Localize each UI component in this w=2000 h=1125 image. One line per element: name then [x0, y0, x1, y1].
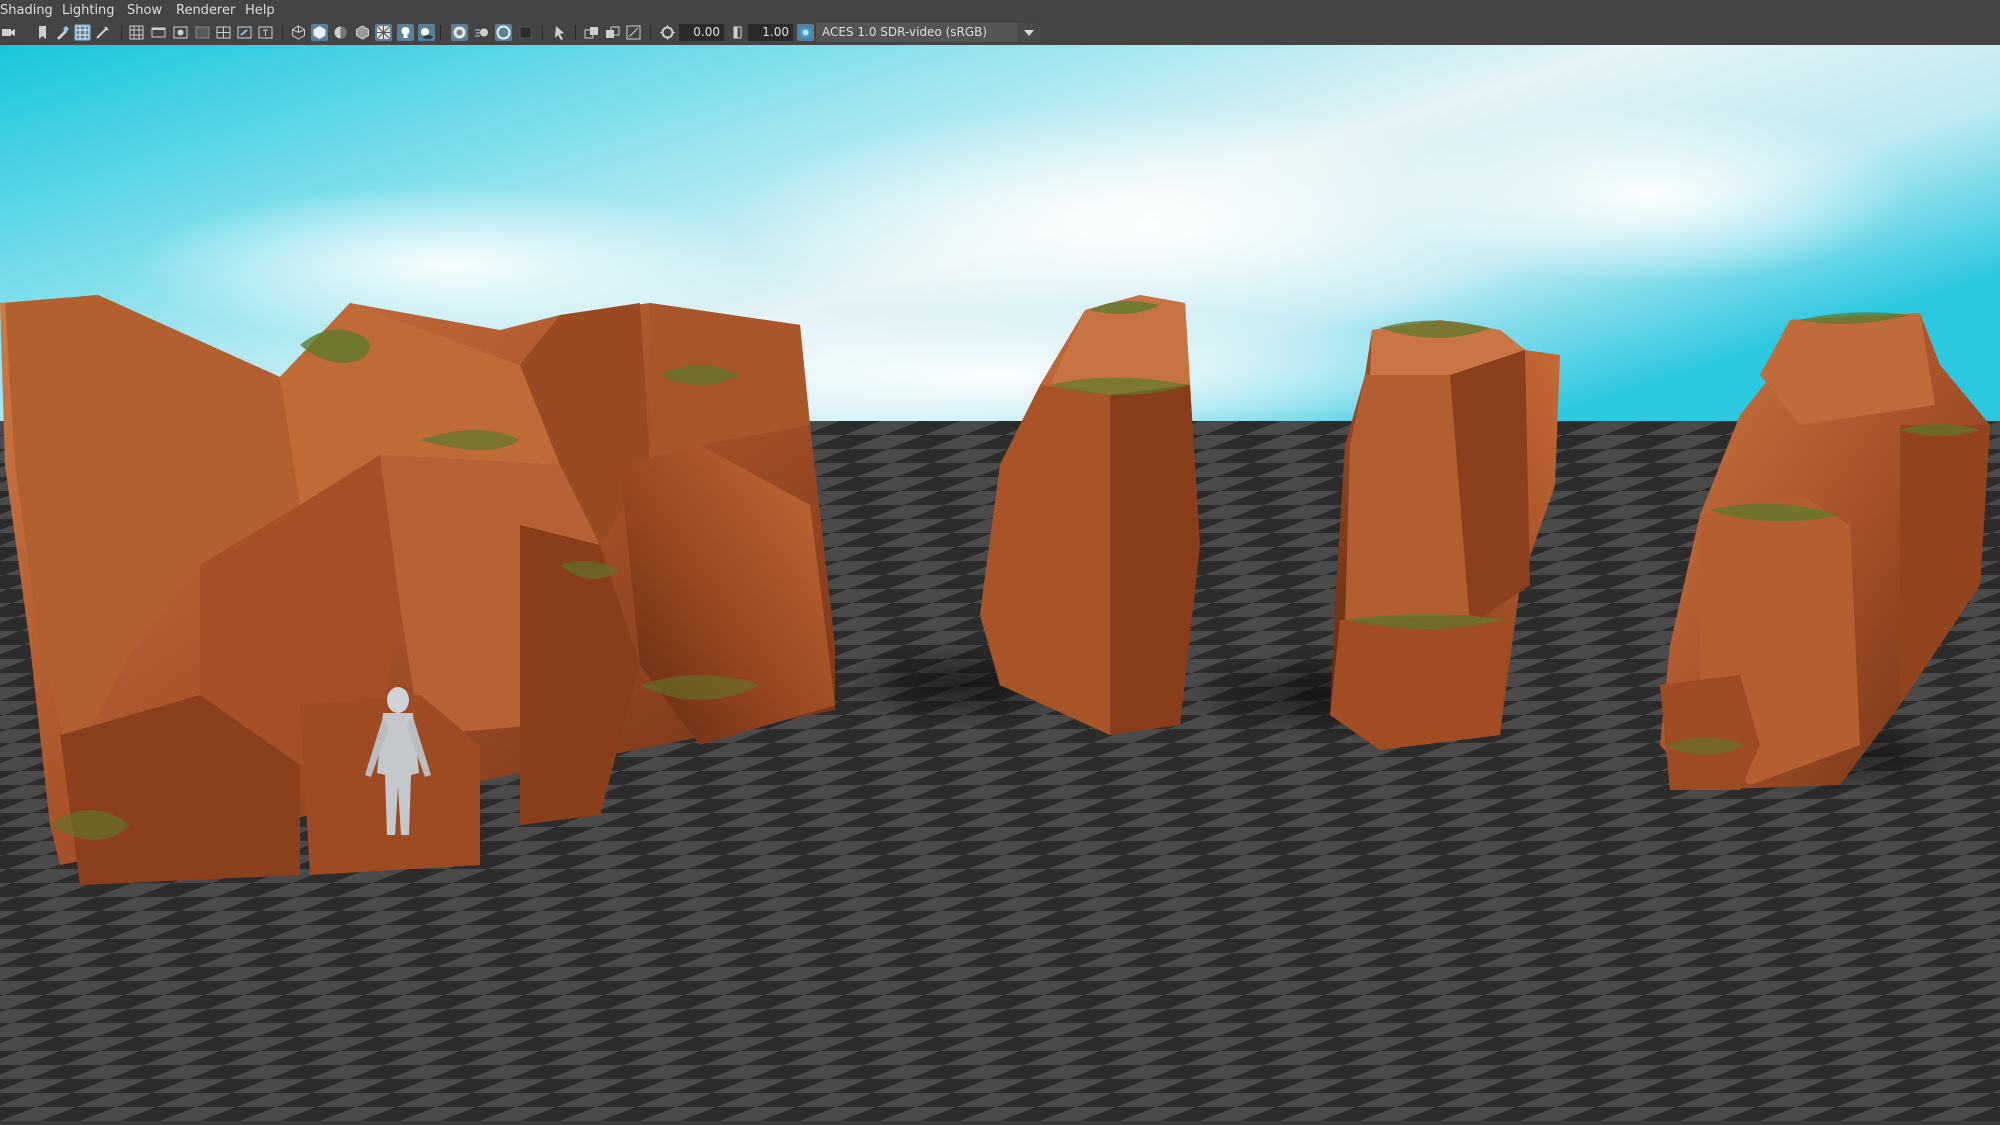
gamma-icon[interactable]	[729, 24, 746, 41]
xray-icon[interactable]	[583, 24, 600, 41]
wireframe-on-shaded-icon[interactable]	[375, 24, 392, 41]
resolution-gate-icon[interactable]	[172, 24, 189, 41]
camera-tools-icon[interactable]	[54, 24, 71, 41]
menu-show[interactable]: Show	[127, 3, 162, 18]
color-management-icon[interactable]	[797, 24, 814, 41]
gamma-field[interactable]: 1.00	[748, 24, 793, 41]
camera-tools-icon[interactable]	[94, 24, 111, 41]
3d-viewport[interactable]	[0, 45, 2000, 1125]
grid-icon[interactable]	[128, 24, 145, 41]
default-material-icon[interactable]	[332, 24, 349, 41]
exposure-field[interactable]: 0.00	[679, 24, 724, 41]
gate-mask-icon[interactable]	[194, 24, 211, 41]
camera-select-icon[interactable]	[0, 24, 17, 41]
xray-joints-icon[interactable]	[604, 24, 621, 41]
menu-lighting[interactable]: Lighting	[62, 3, 115, 18]
anti-aliasing-icon[interactable]	[495, 24, 512, 41]
safe-title-icon[interactable]	[257, 24, 274, 41]
viewport-toolbar: 0.00 1.00 ACES 1.0 SDR-video (sRGB)	[0, 20, 2000, 46]
shadows-icon[interactable]	[418, 24, 435, 41]
menu-help[interactable]: Help	[245, 3, 275, 18]
menu-shading[interactable]: Shading	[0, 3, 53, 18]
textured-icon[interactable]	[354, 24, 371, 41]
chevron-down-icon[interactable]	[1018, 23, 1040, 42]
wireframe-icon[interactable]	[290, 24, 307, 41]
film-gate-icon[interactable]	[150, 24, 167, 41]
depth-of-field-icon[interactable]	[517, 24, 534, 41]
use-all-lights-icon[interactable]	[397, 24, 414, 41]
field-chart-icon[interactable]	[215, 24, 232, 41]
smooth-shade-icon[interactable]	[311, 24, 328, 41]
color-space-label: ACES 1.0 SDR-video (sRGB)	[822, 25, 988, 39]
bookmark-icon[interactable]	[34, 24, 51, 41]
isolate-select-icon[interactable]	[551, 24, 568, 41]
backface-culling-icon[interactable]	[625, 24, 642, 41]
screen-space-ao-icon[interactable]	[451, 24, 468, 41]
safe-action-icon[interactable]	[236, 24, 253, 41]
exposure-icon[interactable]	[659, 24, 676, 41]
menu-renderer[interactable]: Renderer	[176, 3, 235, 18]
color-space-dropdown[interactable]: ACES 1.0 SDR-video (sRGB)	[816, 23, 1040, 42]
grid-icon[interactable]	[74, 24, 91, 41]
motion-blur-icon[interactable]	[474, 24, 491, 41]
menubar: Shading Lighting Show Renderer Help	[0, 0, 2000, 20]
